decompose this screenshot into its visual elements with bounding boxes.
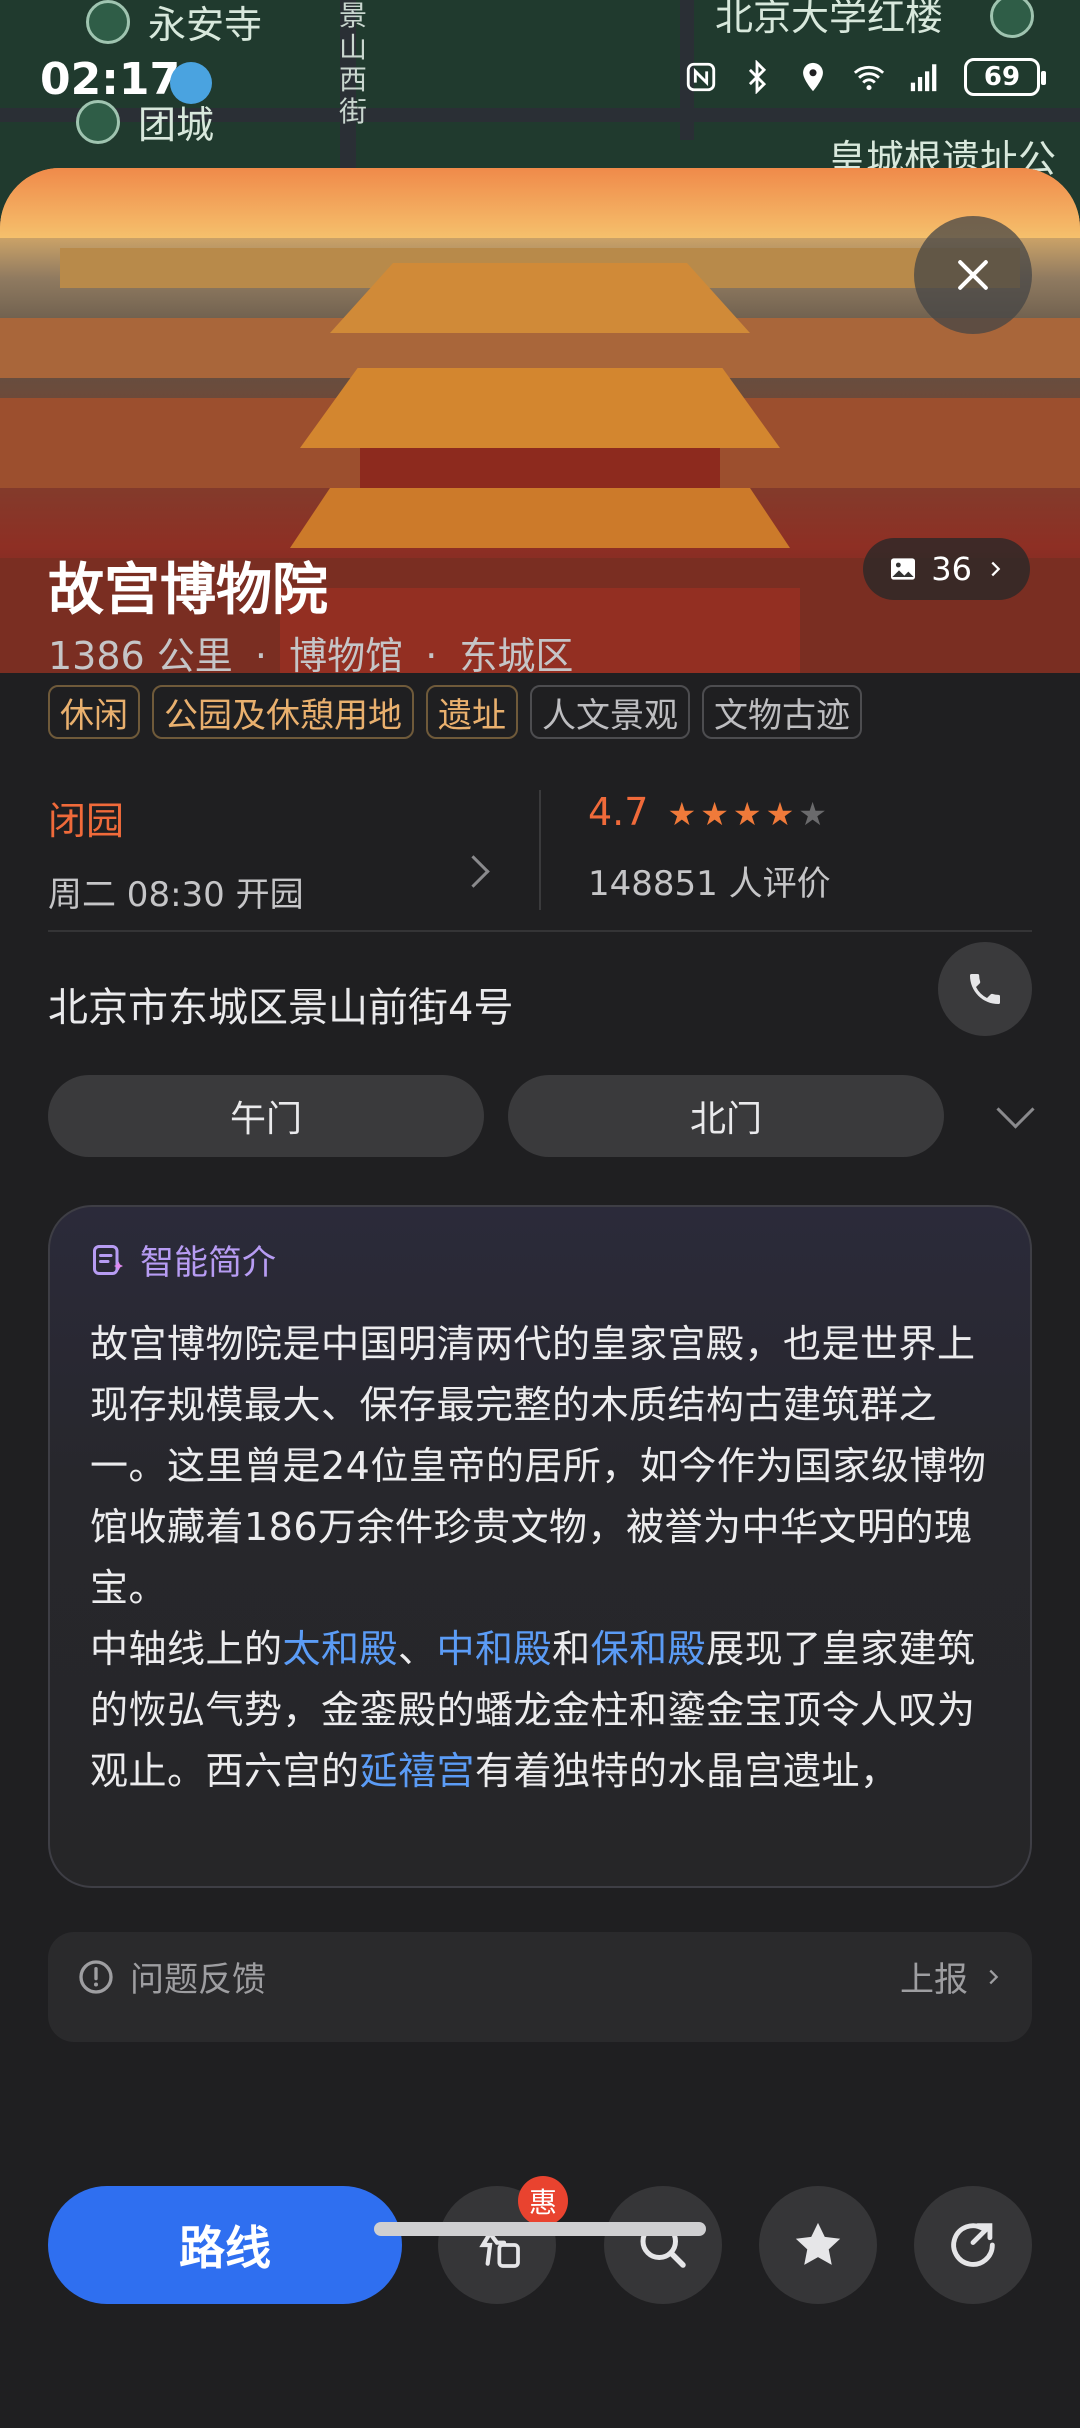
battery-indicator: 69 — [964, 58, 1046, 96]
place-meta: 1386 公里 · 博物馆 · 东城区 — [48, 634, 574, 678]
deals-button[interactable]: 惠 — [438, 2176, 568, 2304]
image-icon — [891, 558, 916, 580]
ai-intro-card: 智能简介 故宫博物院是中国明清两代的皇家宫殿，也是世界上现存规模最大、保存最完整… — [48, 1205, 1032, 1888]
chevron-right-icon — [991, 561, 1001, 577]
app-notification-icon — [170, 62, 212, 104]
divider — [48, 930, 1032, 932]
poi-icon[interactable] — [990, 0, 1034, 38]
ai-intro-title: 智能简介 — [140, 1243, 276, 1283]
next-open-time: 周二 08:30 开园 — [48, 875, 304, 915]
review-count: 148851 人评价 — [588, 864, 831, 904]
tag-list: 休闲 公园及休憩用地 遗址 人文景观 文物古迹 — [48, 685, 862, 739]
place-district: 东城区 — [459, 634, 574, 678]
status-bar: 02:17 69 — [0, 40, 1080, 120]
share-button[interactable] — [914, 2186, 1032, 2304]
home-indicator[interactable] — [374, 2222, 706, 2236]
gate-button-wumen[interactable]: 午门 — [48, 1075, 484, 1157]
star-icon — [795, 2222, 841, 2265]
tag: 公园及休憩用地 — [152, 685, 414, 739]
deals-badge: 惠 — [518, 2176, 568, 2226]
phone-icon — [970, 974, 1000, 1004]
photo-gallery-button[interactable]: 36 — [863, 538, 1030, 600]
bottom-action-bar: 路线 惠 — [0, 2152, 1080, 2428]
ai-summary-icon — [93, 1244, 123, 1275]
ai-intro-header: 智能简介 — [90, 1235, 990, 1284]
tag: 休闲 — [48, 685, 140, 739]
ai-intro-text: 故宫博物院是中国明清两代的皇家宫殿，也是世界上现存规模最大、保存最完整的木质结构… — [90, 1322, 987, 1793]
link-yanxigong[interactable]: 延禧宫 — [360, 1749, 476, 1793]
feedback-label: 问题反馈 — [130, 1960, 266, 2000]
place-category: 博物馆 — [289, 634, 404, 678]
route-button[interactable]: 路线 — [48, 2186, 402, 2304]
opening-hours[interactable]: 闭园 周二 08:30 开园 — [48, 790, 488, 916]
search-nearby-button[interactable] — [604, 2186, 722, 2304]
gate-button-beimen[interactable]: 北门 — [508, 1075, 944, 1157]
link-taihedian[interactable]: 太和殿 — [283, 1627, 399, 1671]
favorite-button[interactable] — [759, 2186, 877, 2304]
link-baohedian[interactable]: 保和殿 — [591, 1627, 707, 1671]
place-distance: 1386 公里 — [48, 634, 233, 678]
nfc-icon — [686, 62, 716, 92]
address-text[interactable]: 北京市东城区景山前街4号 — [48, 975, 513, 1033]
tag: 遗址 — [426, 685, 518, 739]
photo-count-label: 36 — [931, 550, 972, 588]
info-icon — [79, 1959, 113, 1994]
close-button[interactable] — [914, 216, 1032, 334]
divider — [539, 790, 541, 910]
close-icon — [958, 260, 988, 290]
share-icon — [951, 2223, 995, 2267]
chevron-down-icon[interactable] — [996, 1089, 1035, 1129]
bluetooth-icon — [748, 60, 767, 94]
star-rating: ★★★★★ — [667, 795, 831, 833]
signal-icon — [910, 64, 937, 92]
call-button[interactable] — [938, 942, 1032, 1036]
location-icon — [803, 62, 823, 92]
rating-summary[interactable]: 4.7 ★★★★★ 148851 人评价 — [588, 790, 831, 905]
place-name: 故宫博物院 — [48, 558, 328, 623]
map-label: 北京大学红楼 — [715, 0, 944, 39]
poi-icon[interactable] — [86, 0, 130, 44]
wifi-icon — [853, 65, 885, 91]
gate-entrances: 午门 北门 — [48, 1075, 1035, 1157]
open-status: 闭园 — [48, 799, 125, 843]
report-label[interactable]: 上报 — [900, 1952, 968, 2001]
rating-score: 4.7 — [588, 790, 649, 834]
tag: 文物古迹 — [702, 685, 862, 739]
tag: 人文景观 — [530, 685, 690, 739]
status-time: 02:17 — [40, 54, 181, 105]
chevron-right-icon — [989, 1969, 999, 1984]
link-zhonghedian[interactable]: 中和殿 — [437, 1627, 553, 1671]
feedback-row[interactable]: 问题反馈 上报 — [48, 1932, 1032, 2042]
